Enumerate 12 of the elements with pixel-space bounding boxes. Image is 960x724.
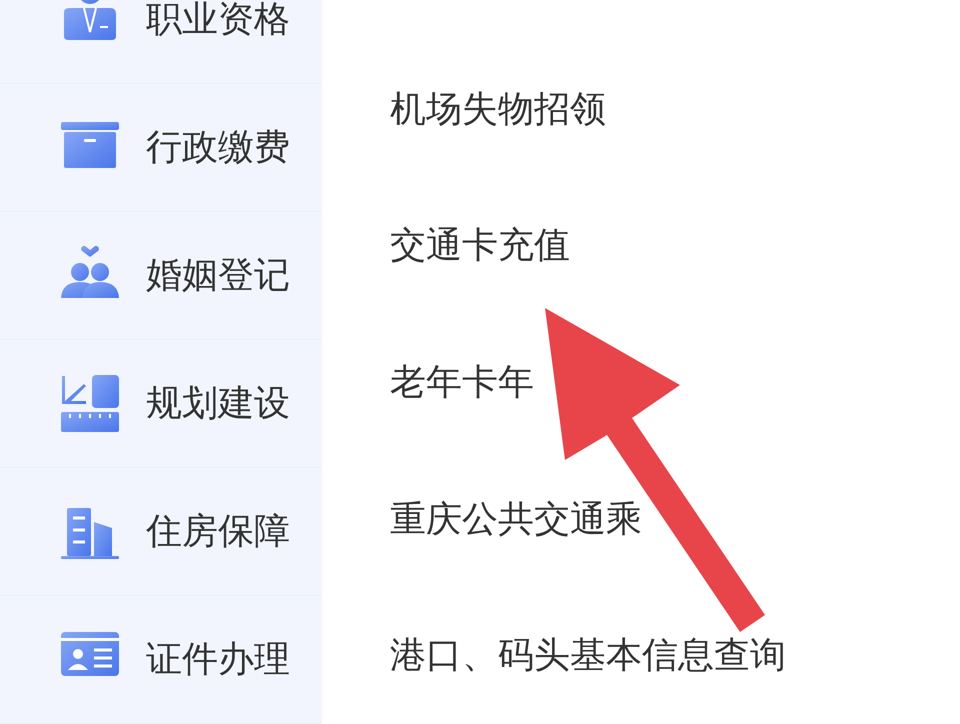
service-item[interactable]: 港口、码头基本信息查询 bbox=[390, 631, 786, 680]
menu-label[interactable]: 规划建设 bbox=[146, 379, 290, 428]
menu-label[interactable]: 婚姻登记 bbox=[146, 251, 290, 300]
service-item[interactable]: 重庆公共交通乘 bbox=[390, 494, 642, 544]
menu-label[interactable]: 行政缴费 bbox=[146, 123, 290, 172]
service-item[interactable]: 机场失物招领 bbox=[390, 84, 606, 134]
menu-label[interactable]: 职业资格 bbox=[146, 0, 290, 44]
menu-label[interactable]: 证件办理 bbox=[146, 635, 290, 684]
planning-icon bbox=[60, 374, 120, 434]
service-item[interactable]: 交通卡充值 bbox=[390, 221, 570, 270]
service-item[interactable]: 老年卡年 bbox=[390, 358, 534, 407]
menu-label[interactable]: 住房保障 bbox=[146, 507, 290, 556]
